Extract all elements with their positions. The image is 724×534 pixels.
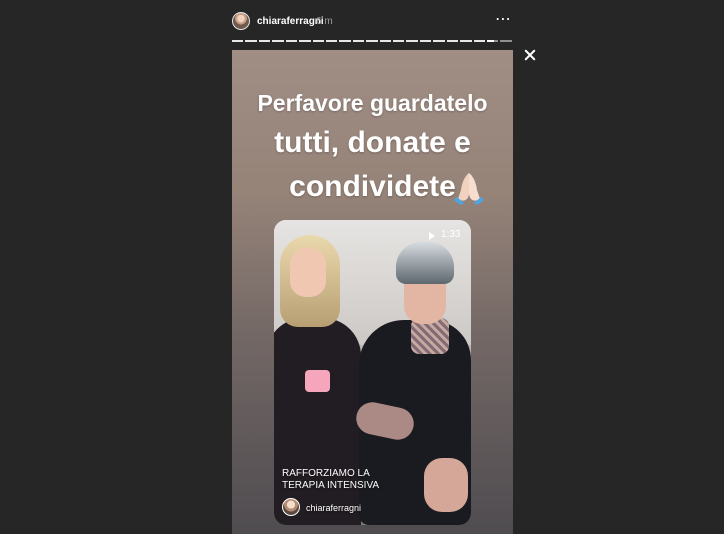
folded-hands-icon — [454, 173, 484, 205]
progress-segment — [393, 40, 405, 42]
video-title-line-1: RAFFORZIAMO LA — [282, 468, 370, 479]
video-person-hand — [424, 458, 468, 512]
video-person-left-body — [274, 318, 361, 525]
story-progress-bar — [232, 40, 512, 42]
caption-line-2: tutti, donate e — [274, 126, 471, 159]
story-card[interactable]: Perfavore guardatelo tutti, donate e con… — [232, 50, 513, 534]
profile-username[interactable]: chiaraferragni — [257, 16, 324, 27]
video-person-left-face — [290, 247, 326, 297]
shirt-logo — [305, 370, 330, 392]
progress-segment — [460, 40, 472, 42]
progress-segment — [285, 40, 298, 42]
post-time: 6 m — [316, 16, 333, 27]
progress-segment — [272, 40, 284, 42]
progress-segment — [258, 40, 271, 42]
video-duration: 1:33 — [441, 229, 461, 240]
progress-segment — [352, 40, 365, 42]
video-person-right-hair — [396, 242, 454, 284]
progress-segment — [419, 40, 432, 42]
progress-segment — [433, 40, 445, 42]
progress-segment — [299, 40, 311, 42]
progress-segment — [406, 40, 418, 42]
progress-segment — [500, 40, 512, 42]
caption-line-1: Perfavore guardatelo — [257, 90, 488, 116]
progress-segment — [473, 40, 486, 42]
story-header: chiaraferragni 6 m ⋯ — [232, 10, 512, 34]
progress-segment — [339, 40, 351, 42]
progress-segment — [446, 40, 459, 42]
caption-line-3-text: condividete — [289, 170, 456, 203]
video-title: RAFFORZIAMO LA TERAPIA INTENSIVA — [282, 468, 402, 492]
progress-segment — [245, 40, 257, 42]
progress-segment — [325, 40, 338, 42]
video-author-avatar — [282, 498, 300, 516]
play-icon — [429, 232, 435, 240]
profile-avatar[interactable] — [232, 12, 250, 30]
shared-video-card[interactable]: 1:33 RAFFORZIAMO LA TERAPIA INTENSIVA ch… — [274, 220, 471, 525]
progress-segment — [312, 40, 324, 42]
video-title-line-2: TERAPIA INTENSIVA — [282, 480, 380, 491]
progress-segment-current — [487, 40, 499, 42]
video-author-username: chiaraferragni — [306, 503, 362, 513]
progress-segment — [232, 40, 244, 42]
close-icon[interactable] — [522, 47, 538, 63]
progress-segment — [366, 40, 378, 42]
more-icon[interactable]: ⋯ — [495, 12, 512, 28]
progress-segment — [379, 40, 392, 42]
